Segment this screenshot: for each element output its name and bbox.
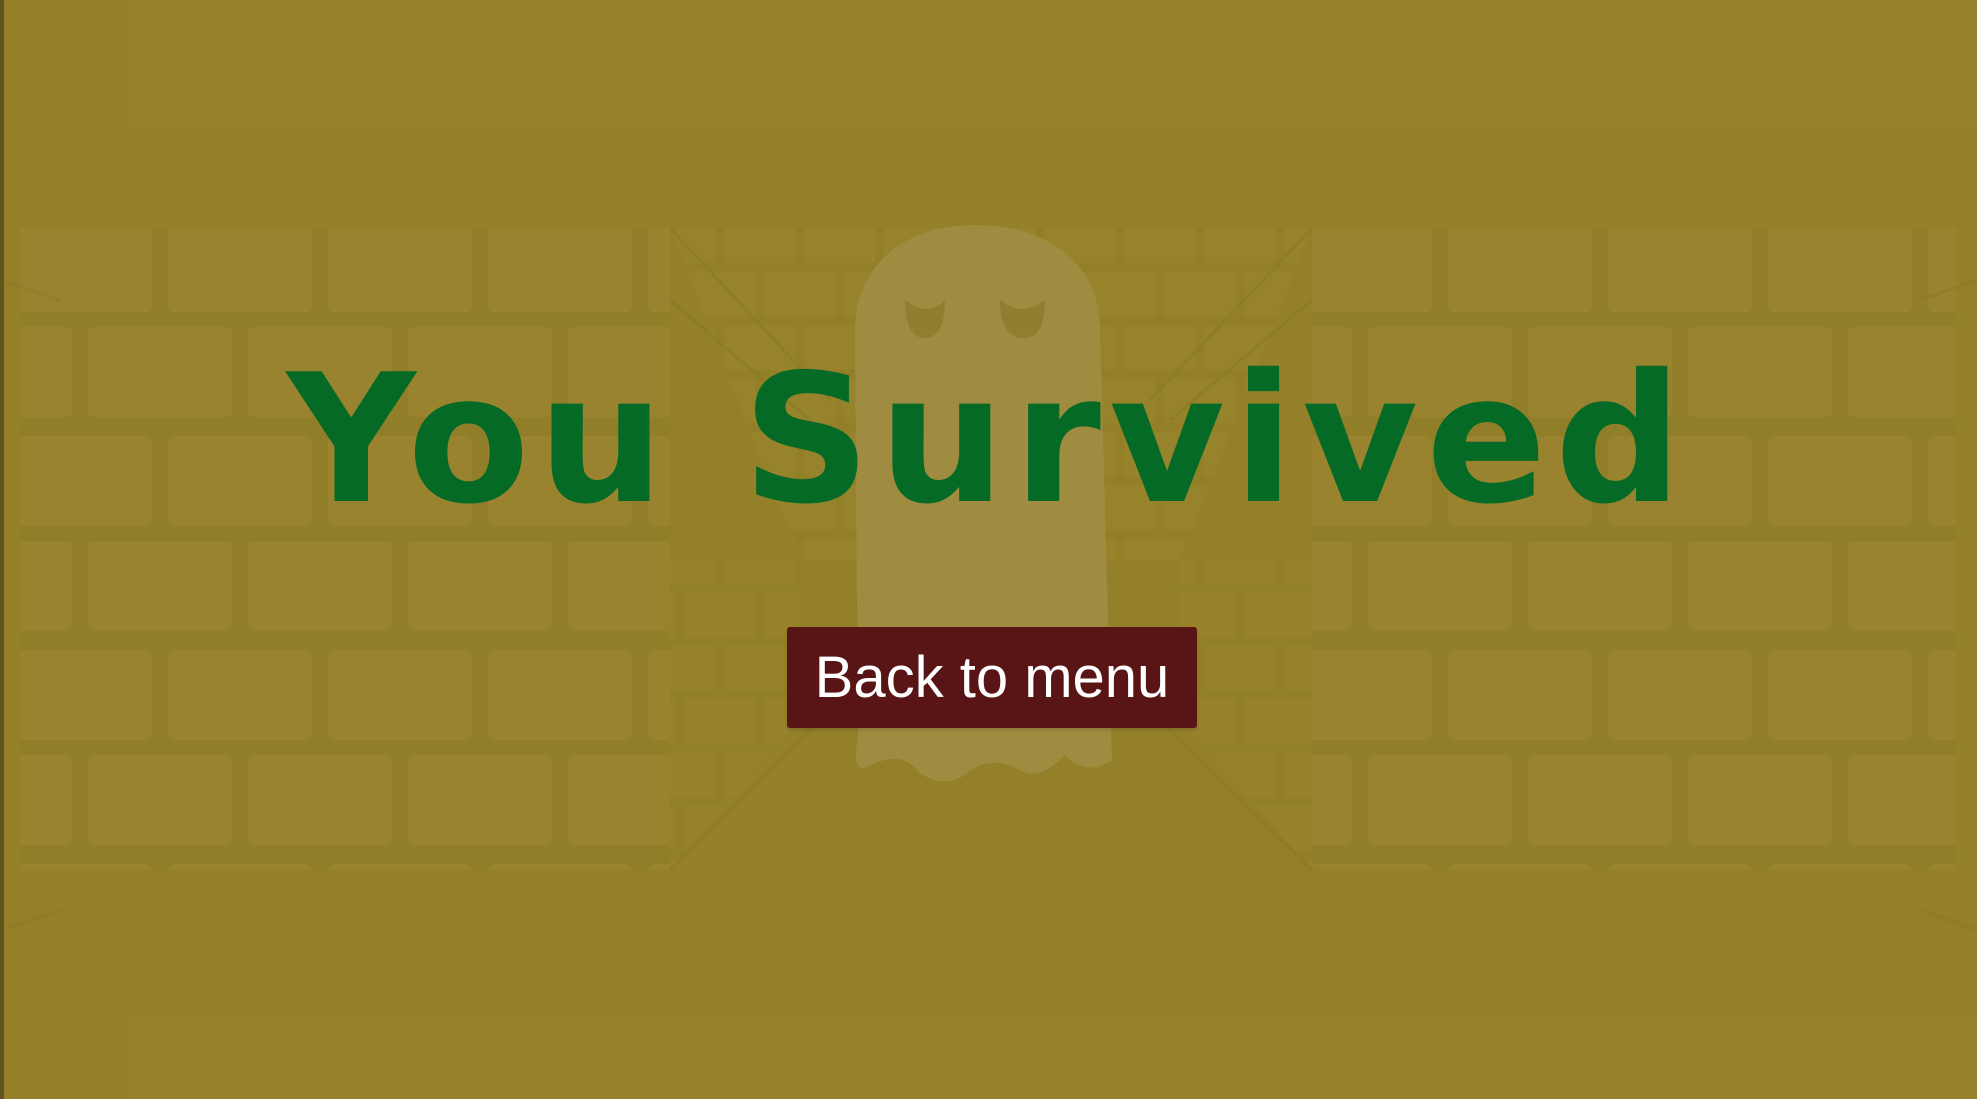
game-over-title: You Survived xyxy=(286,336,1691,543)
window-left-edge xyxy=(0,0,4,1099)
game-over-screen: You Survived Back to menu xyxy=(0,0,1977,1099)
background-tint xyxy=(0,0,1977,1099)
back-to-menu-button[interactable]: Back to menu xyxy=(787,627,1197,728)
